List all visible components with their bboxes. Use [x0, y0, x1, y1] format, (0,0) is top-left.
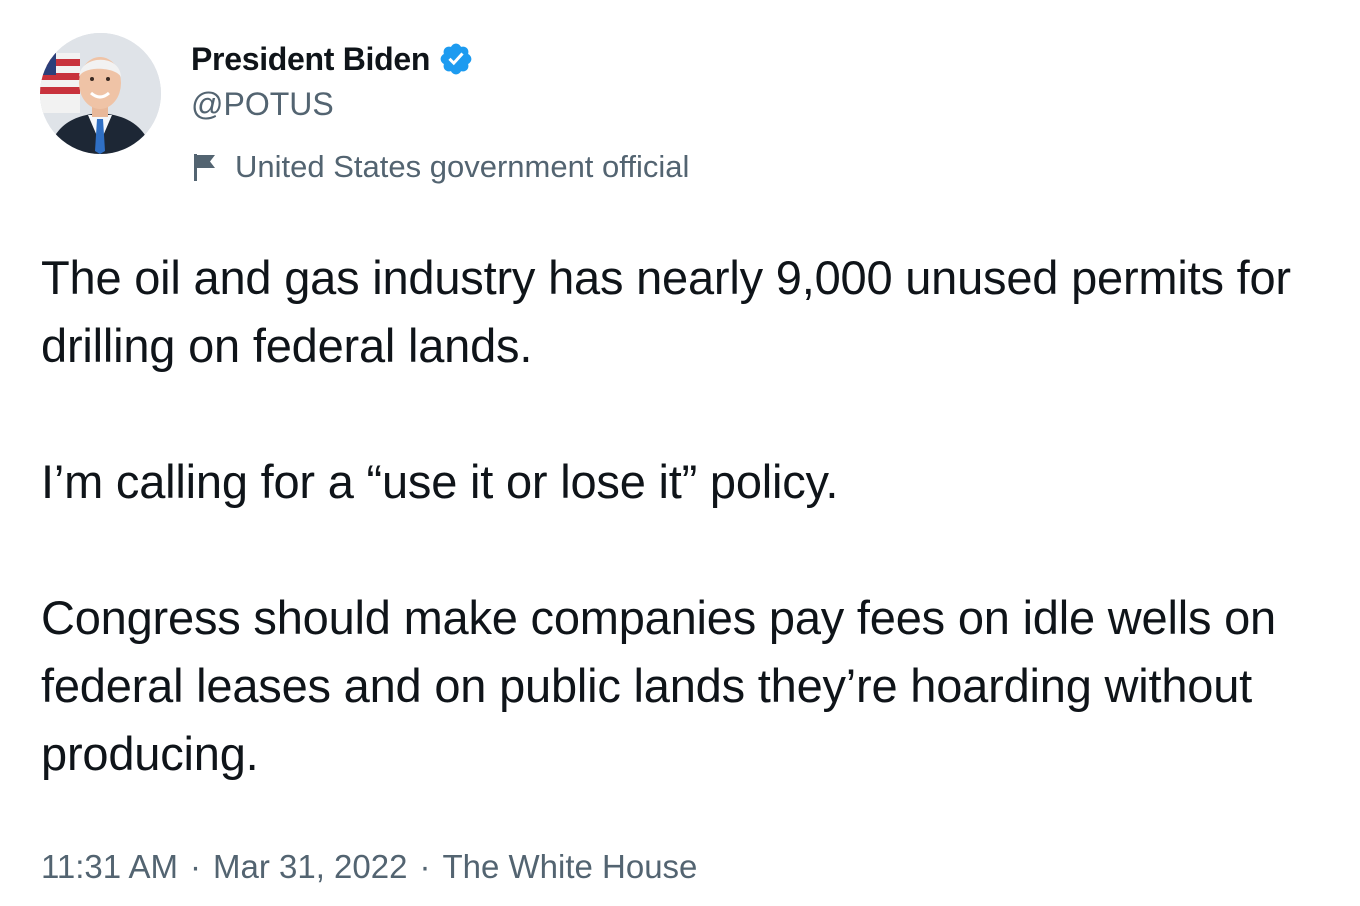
tweet-paragraph: The oil and gas industry has nearly 9,00… — [41, 251, 1291, 372]
separator: · — [189, 848, 201, 885]
avatar[interactable] — [40, 33, 161, 154]
tweet-metadata: 11:31 AM · Mar 31, 2022 · The White Hous… — [41, 843, 697, 891]
tweet-paragraph: I’m calling for a “use it or lose it” po… — [41, 455, 839, 508]
author-block: President Biden @POTUS — [191, 36, 474, 124]
affiliation-label: United States government official — [193, 146, 689, 188]
separator: · — [419, 848, 431, 885]
flag-icon — [193, 152, 219, 182]
portrait-avatar — [40, 33, 161, 154]
affiliation-label-text[interactable]: United States government official — [235, 149, 689, 185]
tweet-time[interactable]: 11:31 AM — [41, 848, 178, 886]
tweet-date[interactable]: Mar 31, 2022 — [213, 848, 407, 886]
tweet-paragraph: Congress should make companies pay fees … — [41, 591, 1276, 780]
display-name[interactable]: President Biden — [191, 41, 430, 78]
name-row: President Biden — [191, 36, 474, 82]
verified-badge-icon — [438, 41, 474, 77]
handle[interactable]: @POTUS — [191, 84, 474, 124]
tweet-card: President Biden @POTUS United States gov… — [0, 0, 1360, 906]
tweet-source[interactable]: The White House — [442, 848, 697, 886]
tweet-text: The oil and gas industry has nearly 9,00… — [41, 244, 1341, 788]
